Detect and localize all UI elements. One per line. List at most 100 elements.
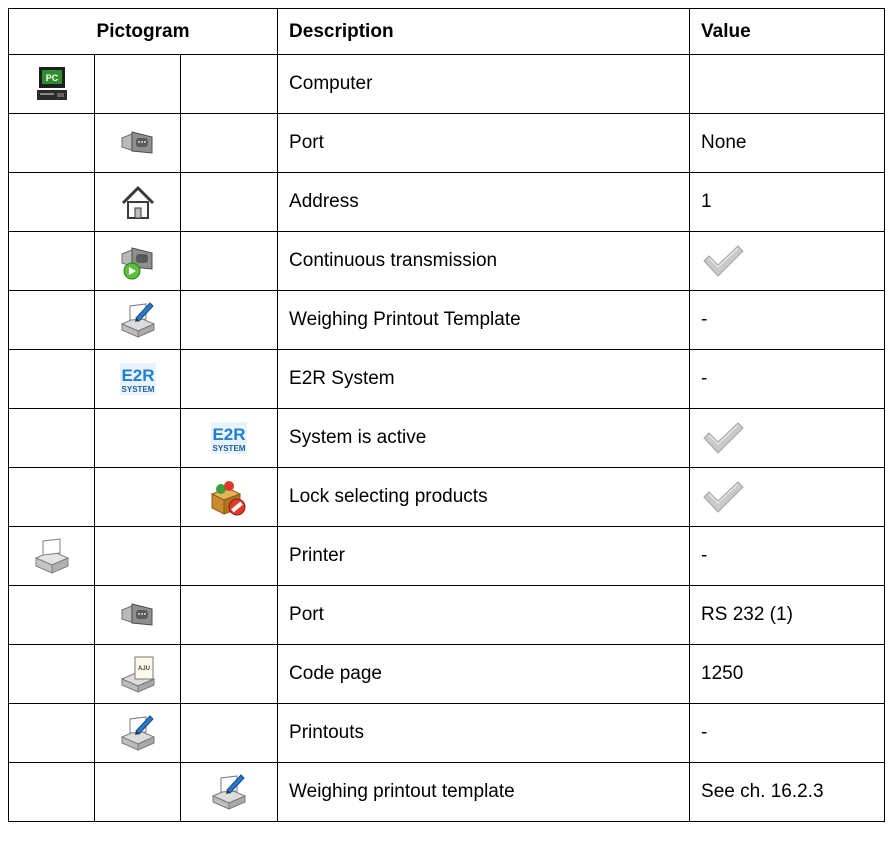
- description-cell: Printouts: [277, 703, 691, 763]
- description-cell: Continuous transmission: [277, 231, 691, 291]
- description-cell: E2R System: [277, 349, 691, 409]
- pictogram-level-2-cell: [94, 762, 181, 822]
- pictogram-level-3-cell: [179, 762, 279, 822]
- value-cell: [689, 408, 886, 468]
- code-page-icon: AJU: [118, 654, 158, 694]
- table-row: PC Computer: [8, 54, 886, 114]
- description-cell: Weighing printout template: [277, 762, 691, 822]
- value-cell: -: [689, 290, 886, 350]
- pictogram-level-2-cell: AJU: [94, 644, 181, 704]
- printer-icon: [32, 536, 72, 576]
- printout-template-icon: [118, 300, 158, 340]
- description-cell: Port: [277, 585, 691, 645]
- table-row: Weighing Printout Template -: [8, 290, 886, 350]
- description-header: Description: [277, 8, 691, 55]
- pictogram-level-3-cell: [179, 644, 279, 704]
- pictogram-level-2-cell: [94, 703, 181, 763]
- value-cell: [689, 231, 886, 291]
- home-icon: [118, 182, 158, 222]
- pictogram-level-3-cell: [179, 290, 279, 350]
- pictogram-level-3-cell: [179, 54, 279, 114]
- pictogram-level-1-cell: [8, 526, 95, 586]
- description-cell: Computer: [277, 54, 691, 114]
- pictogram-level-2-cell: E2R SYSTEM: [94, 349, 181, 409]
- pictogram-level-3-cell: [179, 349, 279, 409]
- pictogram-level-1-cell: [8, 703, 95, 763]
- table-row: Port RS 232 (1): [8, 585, 886, 645]
- pictogram-level-1-cell: [8, 408, 95, 468]
- table-row: E2R SYSTEM E2R System -: [8, 349, 886, 409]
- table-row: Printouts -: [8, 703, 886, 763]
- pictogram-level-2-cell: [94, 113, 181, 173]
- checkmark-icon: [701, 244, 745, 278]
- header-row: Pictogram Description Value: [7, 8, 886, 55]
- port-icon: [118, 595, 158, 635]
- table-body: PC Computer Port None Address 1 Continuous…: [8, 54, 886, 822]
- pictogram-level-1-cell: [8, 290, 95, 350]
- pictogram-level-1-cell: [8, 349, 95, 409]
- description-cell: System is active: [277, 408, 691, 468]
- table-row: AJU Code page 1250: [8, 644, 886, 704]
- pictogram-level-1-cell: [8, 762, 95, 822]
- pictogram-level-2-cell: [94, 172, 181, 232]
- pictogram-level-2-cell: [94, 526, 181, 586]
- pictogram-level-2-cell: [94, 231, 181, 291]
- value-cell: RS 232 (1): [689, 585, 886, 645]
- checkmark-icon: [701, 421, 745, 455]
- printout-template-icon: [118, 713, 158, 753]
- pictogram-level-2-cell: [94, 54, 181, 114]
- table-row: Weighing printout template See ch. 16.2.3: [8, 762, 886, 822]
- computer-icon: PC: [32, 64, 72, 104]
- table-row: Address 1: [8, 172, 886, 232]
- pictogram-level-3-cell: [179, 585, 279, 645]
- pictogram-level-1-cell: [8, 467, 95, 527]
- pictogram-header: Pictogram: [7, 8, 279, 55]
- svg-text:SYSTEM: SYSTEM: [121, 385, 154, 394]
- value-cell: [689, 467, 886, 527]
- table-row: Port None: [8, 113, 886, 173]
- printout-template-icon: [209, 772, 249, 812]
- description-cell: Lock selecting products: [277, 467, 691, 527]
- table-row: Continuous transmission: [8, 231, 886, 291]
- table-row: Printer -: [8, 526, 886, 586]
- value-cell: -: [689, 703, 886, 763]
- checkmark-icon: [701, 480, 745, 514]
- description-cell: Port: [277, 113, 691, 173]
- pictogram-level-1-cell: [8, 644, 95, 704]
- port-icon: [118, 123, 158, 163]
- pictogram-level-2-cell: [94, 467, 181, 527]
- description-cell: Code page: [277, 644, 691, 704]
- pictogram-level-3-cell: [179, 526, 279, 586]
- value-cell: -: [689, 349, 886, 409]
- continuous-transmission-icon: [118, 241, 158, 281]
- value-cell: 1250: [689, 644, 886, 704]
- value-cell: -: [689, 526, 886, 586]
- value-cell: 1: [689, 172, 886, 232]
- pictogram-level-3-cell: [179, 467, 279, 527]
- pictogram-level-2-cell: [94, 290, 181, 350]
- pictogram-level-1-cell: PC: [8, 54, 95, 114]
- svg-text:AJU: AJU: [137, 666, 149, 672]
- svg-text:E2R: E2R: [212, 425, 245, 444]
- pictogram-level-3-cell: [179, 113, 279, 173]
- pictogram-level-1-cell: [8, 172, 95, 232]
- pictogram-level-1-cell: [8, 585, 95, 645]
- pictogram-level-3-cell: [179, 172, 279, 232]
- e2r-system-icon: E2R SYSTEM: [118, 359, 158, 399]
- pictogram-level-1-cell: [8, 113, 95, 173]
- table-row: E2R SYSTEM System is active: [8, 408, 886, 468]
- value-cell: None: [689, 113, 886, 173]
- lock-products-icon: [209, 477, 249, 517]
- pictogram-level-1-cell: [8, 231, 95, 291]
- pictogram-level-3-cell: [179, 231, 279, 291]
- svg-text:SYSTEM: SYSTEM: [213, 444, 246, 453]
- description-cell: Address: [277, 172, 691, 232]
- table-row: Lock selecting products: [8, 467, 886, 527]
- svg-text:E2R: E2R: [121, 366, 154, 385]
- e2r-system-icon: E2R SYSTEM: [209, 418, 249, 458]
- pictogram-level-3-cell: [179, 703, 279, 763]
- value-header: Value: [689, 8, 886, 55]
- description-cell: Printer: [277, 526, 691, 586]
- pictogram-level-3-cell: E2R SYSTEM: [179, 408, 279, 468]
- svg-text:PC: PC: [45, 73, 58, 83]
